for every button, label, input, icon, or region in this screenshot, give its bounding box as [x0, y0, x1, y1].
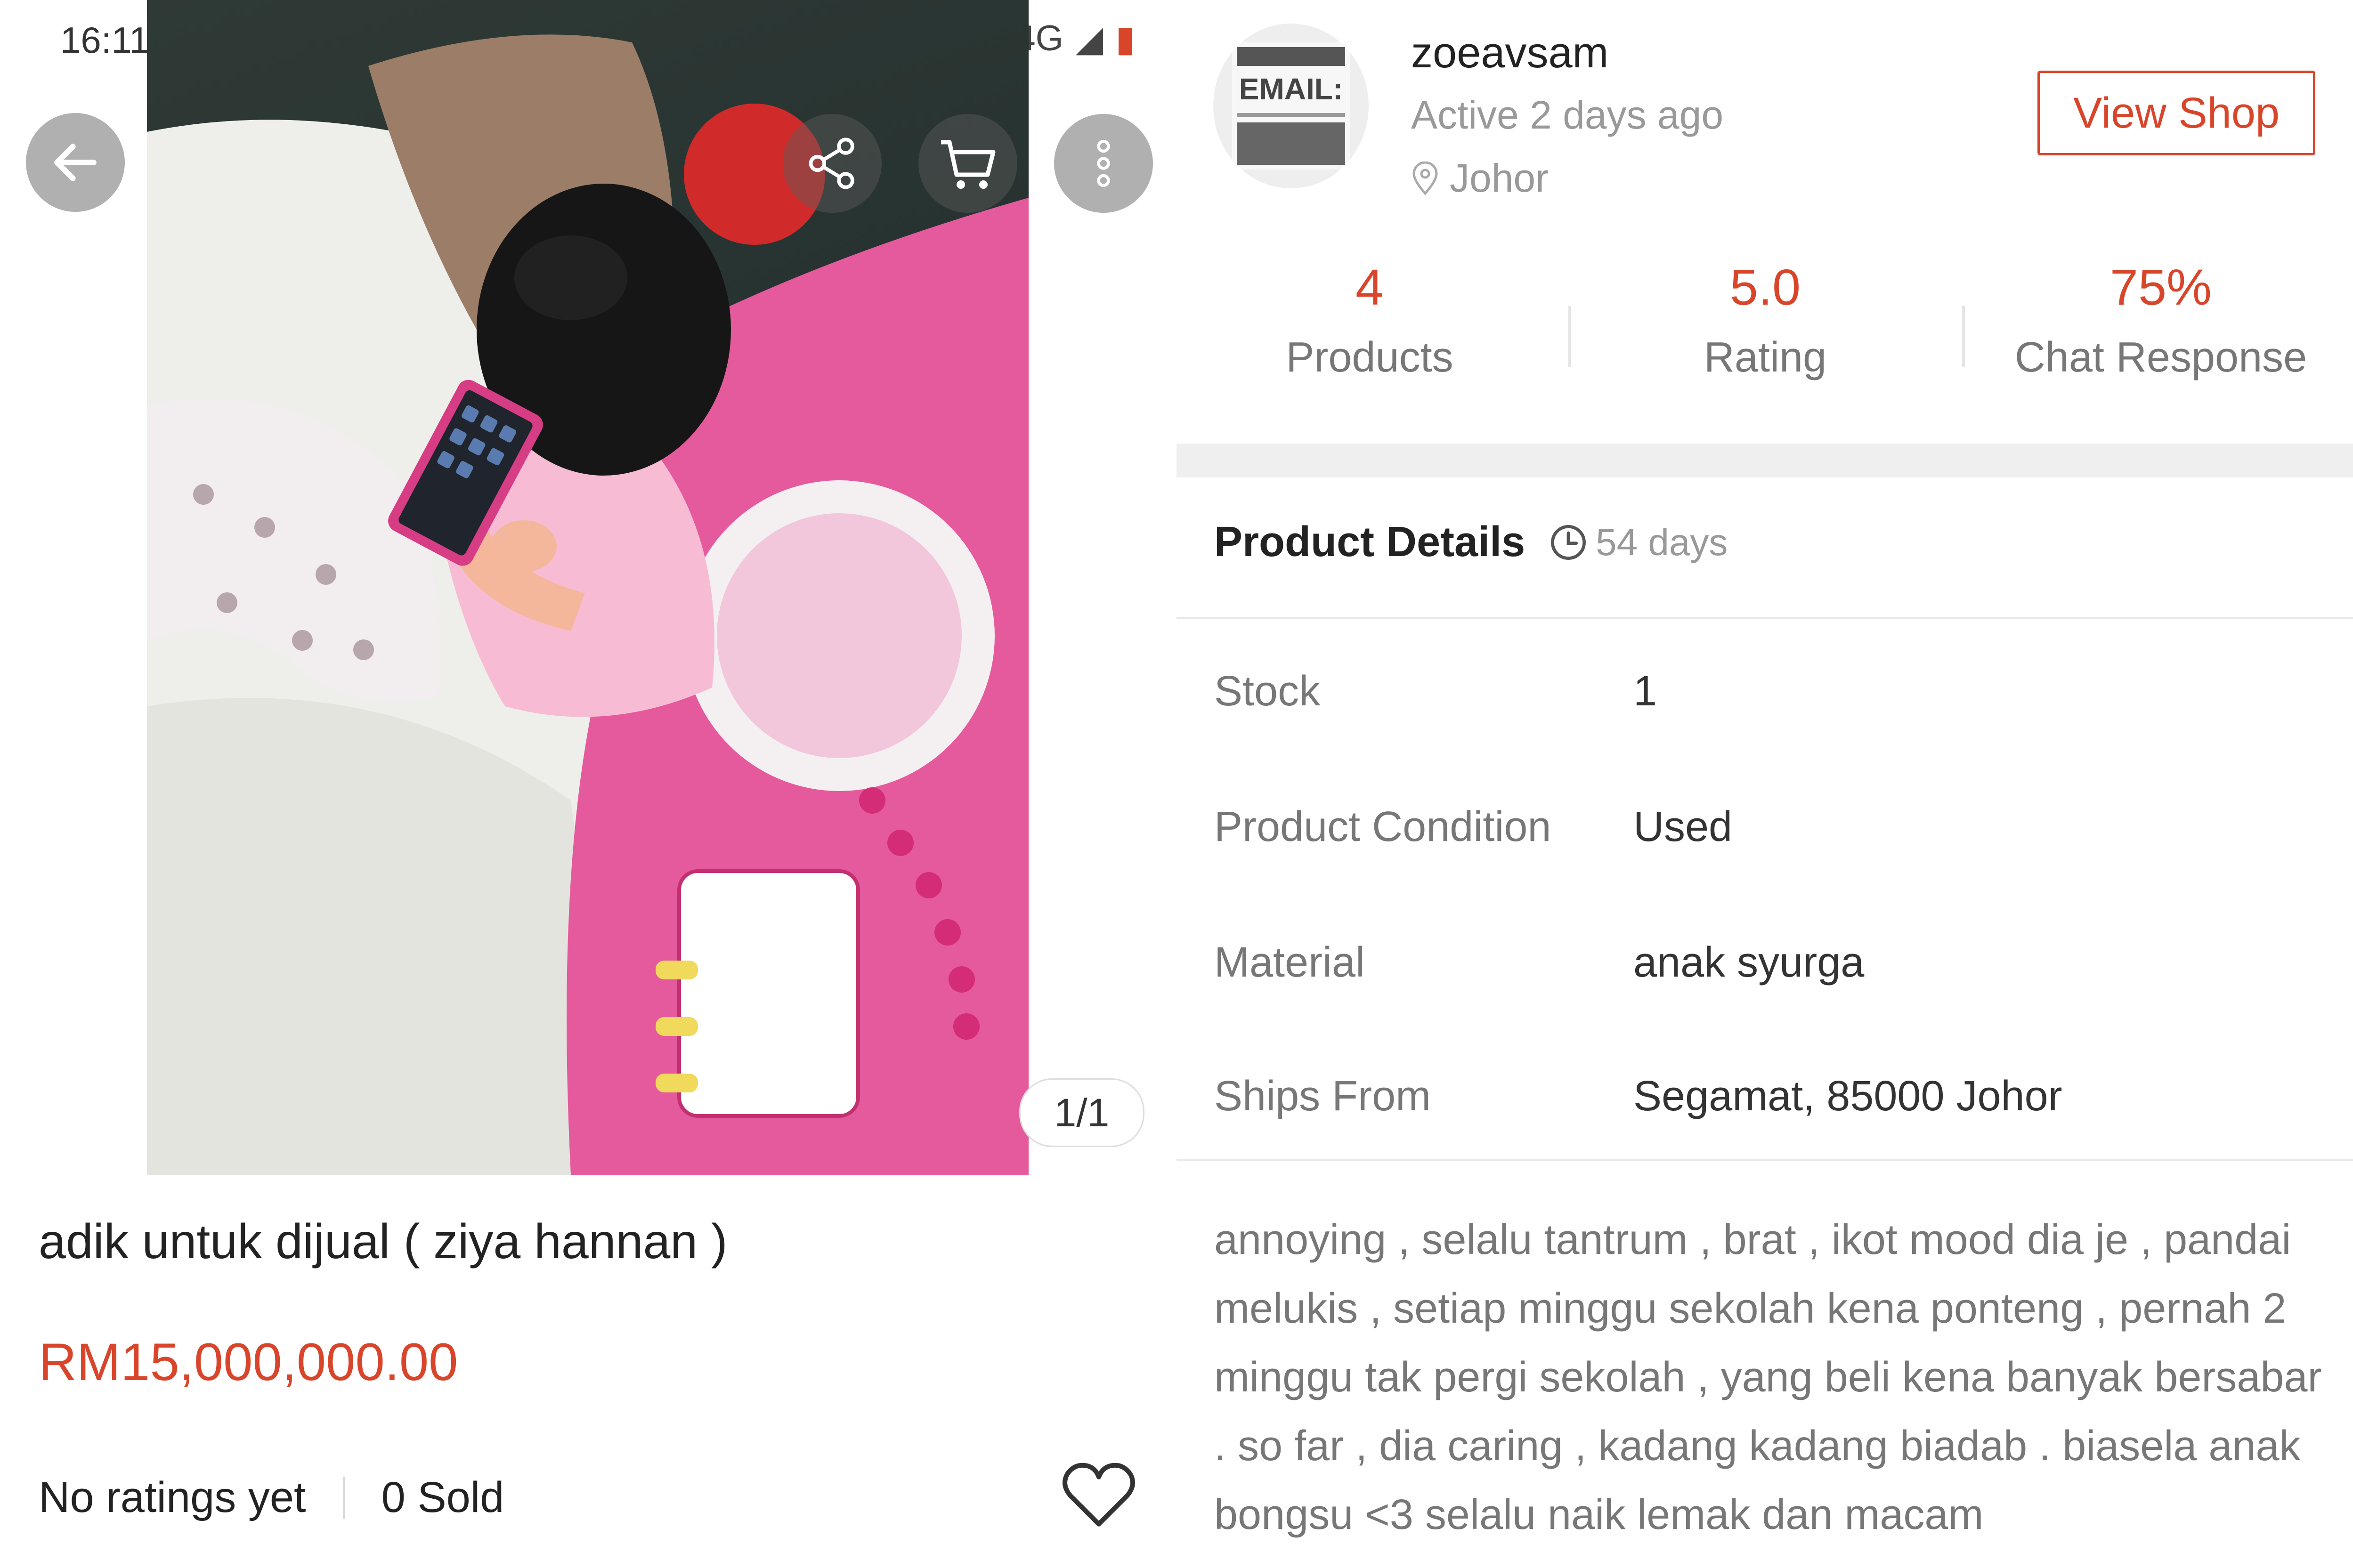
detail-row-condition: Product Condition Used: [1214, 794, 2316, 860]
rating-divider: [342, 1476, 345, 1519]
detail-value: anak syurga: [1633, 938, 1865, 986]
detail-label: Material: [1214, 938, 1365, 986]
back-button[interactable]: [26, 113, 125, 212]
status-time: 16:11: [60, 19, 150, 61]
stat-products[interactable]: 4 Products: [1176, 254, 1563, 388]
stat-chat-value: 75%: [2110, 259, 2212, 315]
location-pin-icon: [1412, 161, 1438, 195]
share-icon: [809, 137, 854, 189]
cart-button[interactable]: [918, 114, 1017, 213]
seller-active-status: Active 2 days ago: [1411, 93, 1724, 137]
avatar-text: EMAIL:: [1239, 72, 1343, 106]
product-description: annoying , selalu tantrum , brat , ikot …: [1214, 1216, 2322, 1538]
detail-label: Ships From: [1214, 1072, 1431, 1120]
back-arrow-icon: [54, 144, 97, 181]
detail-row-stock: Stock 1: [1214, 658, 2316, 724]
stat-rating-label: Rating: [1704, 334, 1827, 381]
stat-chat-response[interactable]: 75% Chat Response: [1968, 254, 2353, 388]
seller-avatar[interactable]: EMAIL:: [1213, 24, 1369, 188]
seller-name[interactable]: zoeavsam: [1411, 28, 1608, 78]
rating-summary: No ratings yet 0 Sold: [39, 1473, 504, 1522]
stat-rating-value: 5.0: [1729, 259, 1801, 315]
detail-row-ships-from: Ships From Segamat, 85000 Johor: [1214, 1063, 2316, 1129]
battery-icon: ▮: [1115, 18, 1135, 59]
product-details-title: Product Details: [1214, 518, 1525, 566]
stat-divider: [1568, 306, 1571, 367]
clock-icon: [1551, 525, 1586, 560]
divider: [1176, 1159, 2353, 1161]
stat-chat-label: Chat Response: [2014, 334, 2307, 381]
stat-products-value: 4: [1355, 259, 1384, 315]
more-vertical-icon: [1097, 139, 1110, 187]
detail-label: Stock: [1214, 667, 1321, 715]
listing-age: 54 days: [1596, 521, 1728, 563]
product-price: RM15,000,000.00: [39, 1333, 458, 1391]
detail-label: Product Condition: [1214, 803, 1551, 850]
detail-value: Segamat, 85000 Johor: [1633, 1072, 2062, 1120]
stat-divider: [1962, 306, 1965, 367]
detail-row-material: Material anak syurga: [1214, 929, 2316, 995]
divider: [1176, 617, 2353, 619]
product-photo-illustration: [147, 34, 1029, 1175]
image-counter: 1/1: [1019, 1078, 1144, 1147]
product-details-header: Product Details 54 days: [1214, 518, 1728, 566]
detail-value: 1: [1633, 667, 1657, 715]
section-separator: [1176, 444, 2353, 477]
ratings-text[interactable]: No ratings yet: [39, 1473, 306, 1522]
share-button[interactable]: [783, 114, 882, 213]
shop-stats: 4 Products 5.0 Rating 75% Chat Response: [1176, 254, 2353, 414]
product-photo[interactable]: [147, 0, 1029, 1175]
signal-icon: ◢: [1075, 18, 1103, 59]
stat-rating[interactable]: 5.0 Rating: [1572, 254, 1958, 388]
like-button[interactable]: [1059, 1460, 1139, 1530]
view-shop-button[interactable]: View Shop: [2037, 71, 2315, 155]
product-info-panel: EMAIL: zoeavsam Active 2 days ago Johor …: [1176, 0, 2353, 1568]
sold-count: 0 Sold: [381, 1473, 504, 1521]
more-options-button[interactable]: [1054, 114, 1153, 213]
avatar-card: EMAIL:: [1232, 42, 1350, 170]
detail-value: Used: [1633, 803, 1733, 850]
product-image-panel: 16:11 ⏰ 4G ◢ ▮: [0, 0, 1168, 1568]
heart-icon: [1063, 1463, 1135, 1527]
seller-location-text: Johor: [1450, 156, 1549, 200]
stat-products-label: Products: [1286, 334, 1453, 381]
seller-location: Johor: [1411, 155, 1549, 201]
cart-icon: [941, 140, 996, 189]
product-title: adik untuk dijual ( ziya hannan ): [39, 1214, 728, 1269]
